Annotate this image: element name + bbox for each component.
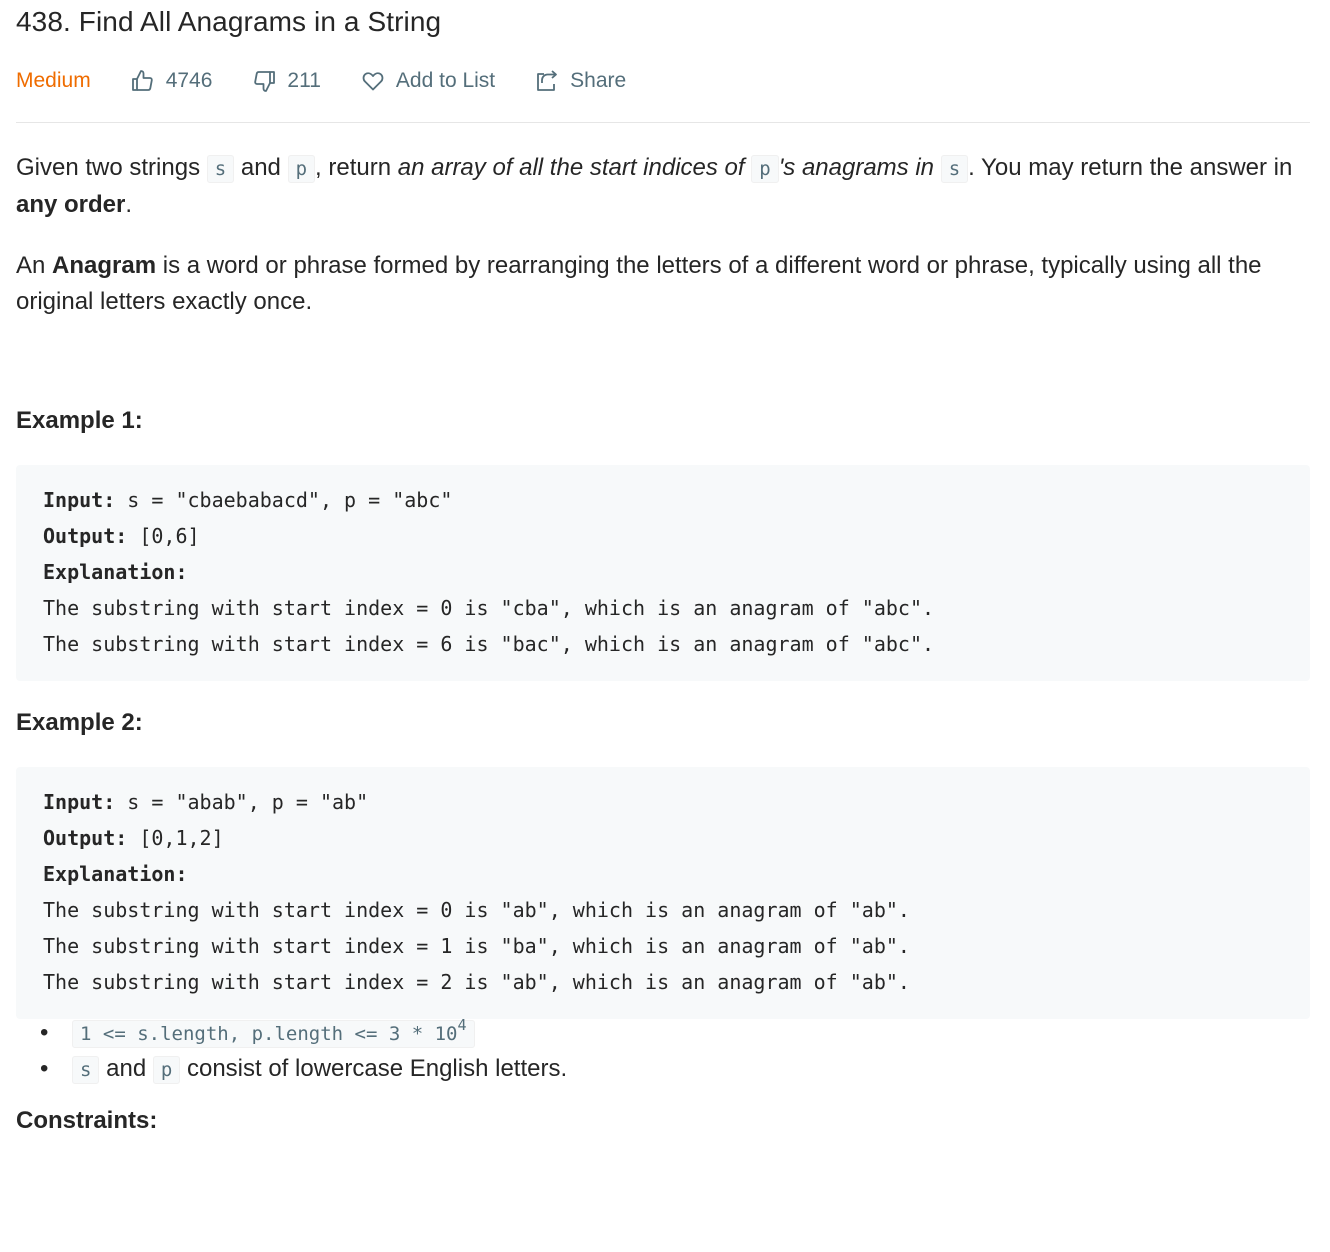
inline-code-p: p: [152, 1056, 181, 1084]
bold-text: Anagram: [52, 252, 157, 279]
difficulty-label: Medium: [16, 69, 91, 92]
text: is a word or phrase formed by rearrangin…: [16, 252, 1262, 315]
explanation-line: The substring with start index = 0 is "c…: [43, 596, 935, 620]
add-to-list-button[interactable]: Add to List: [361, 69, 495, 93]
text: Given two strings: [16, 154, 207, 181]
bold-text: any order: [16, 191, 126, 218]
inline-code-p: p: [751, 155, 779, 183]
text: . You may return the answer in: [968, 154, 1293, 181]
input-value: s = "cbaebabacd", p = "abc": [115, 488, 453, 512]
share-label: Share: [570, 69, 627, 92]
explanation-label: Explanation:: [43, 560, 188, 584]
problem-title: 438. Find All Anagrams in a String: [16, 6, 442, 37]
exponent: 4: [457, 1016, 467, 1034]
inline-code-s: s: [206, 155, 235, 183]
thumbs-down-icon: [254, 71, 276, 92]
add-to-list-label: Add to List: [395, 69, 496, 92]
dislike-count: 211: [287, 69, 321, 92]
example-2-title: Example 2:: [16, 709, 143, 736]
share-button[interactable]: Share: [535, 69, 626, 93]
output-value: [0,6]: [127, 524, 200, 548]
inline-code-s: s: [940, 155, 969, 183]
like-count: 4746: [165, 69, 213, 92]
heart-icon: [362, 72, 384, 91]
text: consist of lowercase English letters.: [180, 1055, 568, 1082]
example-1-title: Example 1:: [16, 407, 143, 434]
problem-meta-bar: Medium 4746 211 Add to List Share: [16, 64, 666, 98]
input-value: s = "abab", p = "ab": [115, 790, 369, 814]
constraint-item: s and p consist of lowercase English let…: [40, 1051, 567, 1087]
inline-code: 1 <= s.length, p.length <= 3 * 104: [72, 1016, 475, 1048]
text: and: [234, 154, 288, 181]
description-paragraph-1: Given two strings s and p, return an arr…: [16, 150, 1310, 223]
thumbs-up-icon: [131, 70, 153, 91]
text: , return: [315, 154, 398, 181]
output-value: [0,1,2]: [127, 826, 224, 850]
constraint-item: 1 <= s.length, p.length <= 3 * 104: [40, 1015, 567, 1051]
share-icon: [537, 70, 558, 91]
explanation-line: The substring with start index = 1 is "b…: [43, 934, 910, 958]
inline-code-p: p: [287, 155, 316, 183]
constraints-title: Constraints:: [16, 1107, 158, 1134]
example-2-code: Input: s = "abab", p = "ab" Output: [0,1…: [16, 767, 1310, 1019]
output-label: Output:: [43, 826, 128, 850]
inline-code-s: s: [72, 1056, 100, 1084]
italic-text: an array of all the start indices of: [397, 154, 752, 181]
description-paragraph-2: An Anagram is a word or phrase formed by…: [16, 248, 1310, 320]
explanation-label: Explanation:: [43, 862, 188, 886]
dislike-button[interactable]: 211: [252, 69, 321, 93]
output-label: Output:: [43, 524, 128, 548]
explanation-line: The substring with start index = 0 is "a…: [43, 898, 910, 922]
input-label: Input:: [43, 790, 116, 814]
text: and: [99, 1055, 153, 1082]
italic-text: 's anagrams in: [778, 154, 941, 181]
constraint-code: 1 <= s.length, p.length <= 3 * 10: [80, 1023, 458, 1045]
like-button[interactable]: 4746: [131, 69, 213, 93]
constraints-list: 1 <= s.length, p.length <= 3 * 104 s and…: [40, 1015, 567, 1087]
header-divider: [16, 122, 1310, 123]
text: An: [16, 252, 53, 279]
explanation-line: The substring with start index = 2 is "a…: [43, 970, 910, 994]
text: .: [125, 191, 133, 218]
input-label: Input:: [43, 488, 116, 512]
example-1-code: Input: s = "cbaebabacd", p = "abc" Outpu…: [16, 465, 1310, 681]
explanation-line: The substring with start index = 6 is "b…: [43, 632, 935, 656]
